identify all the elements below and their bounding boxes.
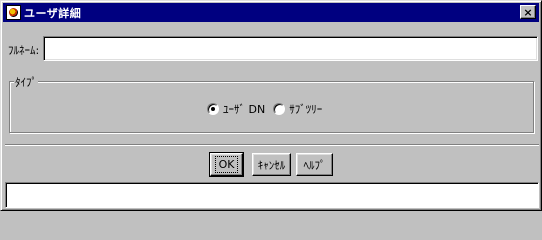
radio-user-dn-label[interactable]: ﾕｰｻﾞ DN bbox=[223, 101, 265, 117]
status-bar bbox=[5, 182, 539, 208]
app-icon bbox=[6, 5, 21, 20]
radio-subtree[interactable] bbox=[273, 103, 286, 115]
ok-button-label: OK bbox=[214, 156, 239, 173]
fullname-input[interactable] bbox=[43, 36, 538, 61]
fullname-label: ﾌﾙﾈｰﾑ: bbox=[8, 44, 40, 57]
type-group-title: ﾀｲﾌﾟ bbox=[14, 74, 38, 90]
radio-user-dn[interactable] bbox=[207, 103, 219, 115]
separator bbox=[5, 144, 539, 146]
window-title: ユーザ詳細 bbox=[24, 6, 82, 20]
radio-subtree-label[interactable]: ｻﾌﾞﾂﾘｰ bbox=[289, 101, 322, 117]
help-button-label: ﾍﾙﾌﾟ bbox=[303, 158, 326, 172]
cancel-button-label: ｷｬﾝｾﾙ bbox=[257, 158, 286, 172]
cancel-button[interactable]: ｷｬﾝｾﾙ bbox=[252, 153, 291, 176]
ok-button[interactable]: OK bbox=[209, 152, 244, 177]
close-button[interactable]: × bbox=[520, 5, 536, 19]
help-button[interactable]: ﾍﾙﾌﾟ bbox=[296, 153, 333, 176]
close-icon: × bbox=[523, 5, 533, 19]
user-details-dialog: ユーザ詳細 × ﾌﾙﾈｰﾑ: ﾀｲﾌﾟ ﾕｰｻﾞ DN ｻﾌﾞﾂﾘｰ OK ｷｬ… bbox=[0, 0, 542, 211]
type-radio-group: ﾕｰｻﾞ DN ｻﾌﾞﾂﾘｰ bbox=[207, 101, 330, 117]
title-bar[interactable]: ユーザ詳細 × bbox=[3, 3, 539, 22]
